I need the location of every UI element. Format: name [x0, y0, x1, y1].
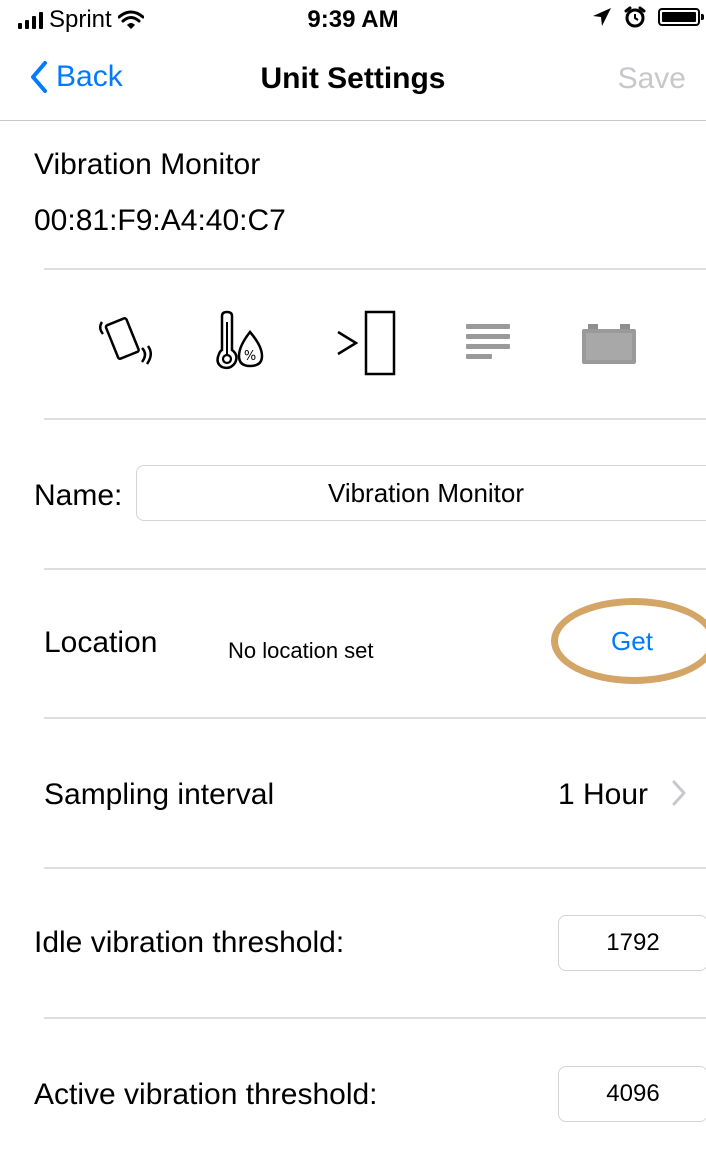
navigation-bar: Back Unit Settings Save	[0, 40, 706, 121]
chevron-right-icon[interactable]	[672, 780, 686, 806]
device-mac-address: 00:81:F9:A4:40:C7	[34, 204, 286, 237]
idle-threshold-label: Idle vibration threshold:	[34, 926, 345, 959]
vibration-icon[interactable]	[92, 310, 156, 370]
location-arrow-icon	[593, 8, 611, 26]
name-label: Name:	[34, 479, 123, 512]
divider	[44, 418, 706, 420]
location-label: Location	[44, 626, 158, 659]
svg-text:%: %	[244, 349, 256, 364]
divider	[44, 568, 706, 570]
save-button[interactable]: Save	[618, 62, 686, 96]
device-name: Vibration Monitor	[34, 148, 261, 181]
log-icon[interactable]	[464, 322, 512, 362]
status-icons	[592, 6, 704, 28]
temperature-humidity-icon[interactable]: %	[212, 310, 272, 374]
proximity-icon[interactable]	[334, 310, 398, 376]
sampling-interval-label[interactable]: Sampling interval	[44, 778, 274, 812]
get-location-label: Get	[611, 626, 653, 656]
alarm-icon	[624, 6, 646, 28]
get-location-button[interactable]: Get	[547, 594, 706, 692]
battery-status-icon	[658, 8, 704, 26]
battery-icon[interactable]	[580, 322, 638, 366]
divider	[44, 717, 706, 719]
divider	[44, 1017, 706, 1019]
page-title: Unit Settings	[260, 62, 446, 95]
name-input[interactable]: Vibration Monitor	[136, 465, 706, 521]
divider	[44, 268, 706, 270]
active-threshold-input[interactable]: 4096	[558, 1066, 706, 1122]
idle-threshold-input[interactable]: 1792	[558, 915, 706, 971]
sampling-interval-value[interactable]: 1 Hour	[558, 778, 648, 812]
status-bar: Sprint 9:39 AM	[0, 0, 706, 40]
divider	[44, 867, 706, 869]
active-threshold-label: Active vibration threshold:	[34, 1078, 378, 1111]
location-value: No location set	[228, 638, 374, 663]
